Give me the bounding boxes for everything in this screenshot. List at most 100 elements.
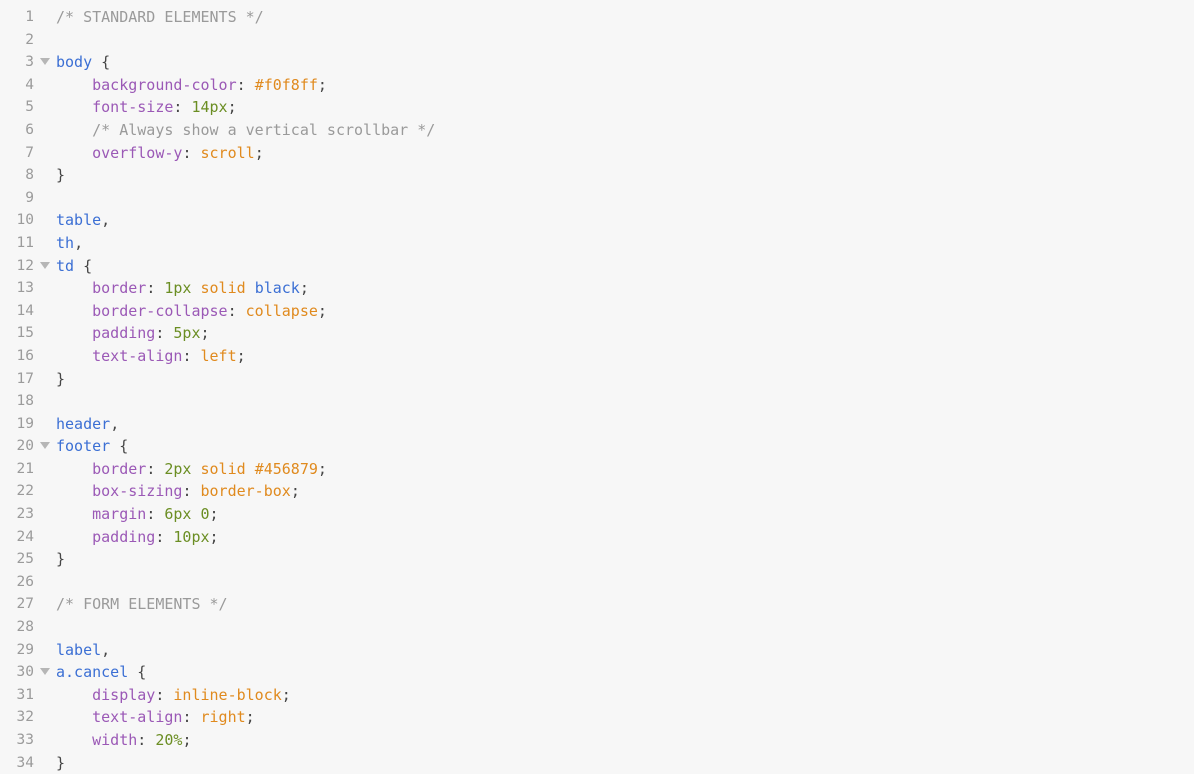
line-number: 7 (25, 144, 34, 161)
line-number: 24 (16, 528, 34, 545)
code-line[interactable]: 20 footer { (0, 435, 1194, 458)
code-editor[interactable]: 1/* STANDARD ELEMENTS */2 3 body {4 backgr… (0, 0, 1194, 772)
code-line[interactable]: 34} (0, 752, 1194, 774)
token-punct: , (101, 640, 111, 659)
code-line[interactable]: 17} (0, 368, 1194, 391)
code-line[interactable]: 22 box-sizing: border-box; (0, 480, 1194, 503)
token-punct: { (119, 437, 129, 456)
line-number: 20 (16, 438, 34, 455)
code-line[interactable]: 12 td { (0, 255, 1194, 278)
token-sel: table (56, 211, 102, 230)
code-text: /* STANDARD ELEMENTS */ (56, 6, 264, 29)
line-number: 27 (16, 596, 34, 613)
token-prop: font-size (92, 98, 174, 117)
fold-triangle-down-icon[interactable] (39, 51, 51, 74)
fold-triangle-down-icon[interactable] (39, 255, 51, 278)
code-line[interactable]: 24 padding: 10px; (0, 526, 1194, 549)
line-number: 15 (16, 325, 34, 342)
token-prop: box-sizing (92, 482, 183, 501)
line-number: 4 (25, 76, 34, 93)
code-line[interactable]: 19 header, (0, 413, 1194, 436)
code-line[interactable]: 33 width: 20%; (0, 729, 1194, 752)
line-number: 10 (16, 212, 34, 229)
token-punct: ; (254, 143, 264, 162)
code-text: } (56, 548, 65, 571)
code-line[interactable]: 8} (0, 164, 1194, 187)
code-line[interactable]: 18 (0, 390, 1194, 413)
code-line[interactable]: 1 /* STANDARD ELEMENTS */ (0, 6, 1194, 29)
fold-triangle-down-icon-glyph (40, 261, 50, 269)
line-number: 29 (16, 641, 34, 658)
code-line[interactable]: 9 (0, 187, 1194, 210)
code-line[interactable]: 23 margin: 6px 0; (0, 503, 1194, 526)
line-number: 9 (25, 189, 34, 206)
code-line[interactable]: 26 (0, 571, 1194, 594)
code-text: border: 2px solid #456879; (56, 458, 327, 481)
token-kw: solid (200, 459, 246, 478)
code-text: /* Always show a vertical scrollbar */ (56, 119, 435, 142)
code-line[interactable]: 27 /* FORM ELEMENTS */ (0, 593, 1194, 616)
token-punct: ; (299, 279, 309, 298)
token-num: 14px (191, 98, 228, 117)
token-prop: border (92, 279, 147, 298)
token-punct: { (101, 53, 111, 72)
code-line[interactable]: 14 border-collapse: collapse; (0, 300, 1194, 323)
token-punct: : (236, 75, 255, 94)
code-line[interactable]: 7 overflow-y: scroll; (0, 142, 1194, 165)
line-number: 8 (25, 167, 34, 184)
code-text: } (56, 752, 65, 774)
token-punct: : (155, 324, 174, 343)
token-sel: th (56, 233, 75, 252)
token-punct: } (56, 369, 66, 388)
code-line[interactable]: 11 th, (0, 232, 1194, 255)
token-punct: : (155, 685, 174, 704)
code-text: background-color: #f0f8ff; (56, 74, 327, 97)
token-punct: ; (245, 708, 255, 727)
code-line[interactable]: 21 border: 2px solid #456879; (0, 458, 1194, 481)
code-text: } (56, 164, 65, 187)
code-line[interactable]: 29 label, (0, 639, 1194, 662)
line-number: 32 (16, 709, 34, 726)
code-text: width: 20%; (56, 729, 191, 752)
token-num: 5px (173, 324, 201, 343)
code-line[interactable]: 2 (0, 29, 1194, 52)
fold-triangle-down-icon[interactable] (39, 661, 51, 684)
token-punct: ; (182, 731, 192, 749)
code-line[interactable]: 3 body { (0, 51, 1194, 74)
token-punct: ; (227, 98, 237, 117)
fold-triangle-down-icon-glyph (40, 58, 50, 66)
code-line[interactable]: 32 text-align: right; (0, 706, 1194, 729)
code-text: table, (56, 209, 110, 232)
code-line[interactable]: 6 /* Always show a vertical scrollbar */ (0, 119, 1194, 142)
code-line[interactable]: 28 (0, 616, 1194, 639)
token-sel: header (56, 414, 111, 433)
token-punct: ; (236, 346, 246, 365)
line-number: 12 (16, 257, 34, 274)
token-punct: ; (317, 75, 327, 94)
code-text: padding: 10px; (56, 526, 218, 549)
code-line[interactable]: 31 display: inline-block; (0, 684, 1194, 707)
line-number: 25 (16, 551, 34, 568)
code-line[interactable]: 15 padding: 5px; (0, 322, 1194, 345)
fold-triangle-down-icon[interactable] (39, 435, 51, 458)
code-line[interactable]: 13 border: 1px solid black; (0, 277, 1194, 300)
code-line[interactable]: 30 a.cancel { (0, 661, 1194, 684)
code-line[interactable]: 5 font-size: 14px; (0, 96, 1194, 119)
code-text: font-size: 14px; (56, 96, 237, 119)
code-line[interactable]: 16 text-align: left; (0, 345, 1194, 368)
code-line[interactable]: 25} (0, 548, 1194, 571)
token-kw: #456879 (254, 459, 318, 478)
code-line[interactable]: 4 background-color: #f0f8ff; (0, 74, 1194, 97)
code-line[interactable]: 10 table, (0, 209, 1194, 232)
line-number: 5 (25, 99, 34, 116)
line-number: 23 (16, 506, 34, 523)
